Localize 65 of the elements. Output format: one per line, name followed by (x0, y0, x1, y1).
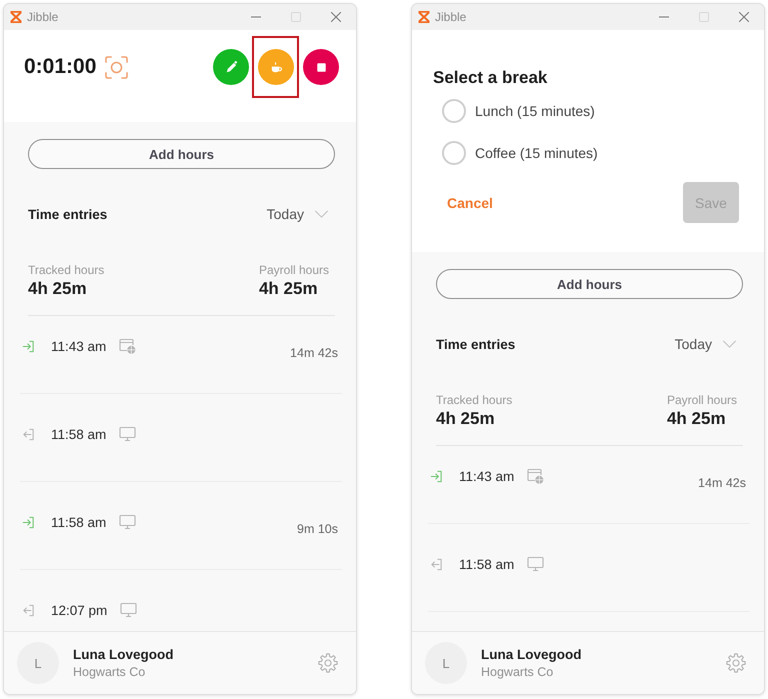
chevron-down-icon (314, 210, 329, 218)
browser-globe-icon (119, 338, 136, 354)
entry-duration: 9m 10s (297, 521, 338, 538)
summary-value: 4h 25m (28, 278, 87, 300)
option-label[interactable]: Coffee (15 minutes) (475, 145, 598, 161)
dialog-title: Select a break (433, 67, 548, 89)
hourglass-logo-icon (9, 10, 23, 24)
stop-button[interactable] (303, 49, 339, 85)
switch-activity-button[interactable] (213, 49, 249, 85)
browser-globe-icon (527, 468, 544, 484)
clock-out-icon (22, 428, 35, 441)
summary-value: 4h 25m (258, 278, 318, 300)
entry-duration: 14m 42s (290, 345, 338, 362)
close-icon (739, 12, 749, 22)
entry-time: 11:43 am (51, 338, 106, 356)
monitor-icon (527, 556, 544, 572)
break-button[interactable] (258, 49, 294, 85)
clock-out-icon (22, 604, 35, 617)
clock-in-icon (22, 340, 35, 353)
timer-display: 0:01:00 (24, 54, 96, 80)
summary-label: Payroll hours (258, 262, 329, 278)
window-title: Jibble (435, 10, 466, 24)
summary-value: 4h 25m (666, 408, 726, 430)
entry-time: 11:58 am (51, 514, 106, 532)
clock-in-icon (430, 470, 443, 483)
user-name: Luna Lovegood (73, 646, 174, 664)
monitor-icon (119, 426, 136, 442)
add-hours-button[interactable]: Add hours (436, 269, 743, 299)
period-dropdown[interactable]: Today (674, 336, 737, 352)
summary-label: Tracked hours (28, 262, 104, 278)
monitor-icon (119, 514, 136, 530)
clock-out-icon (430, 558, 443, 571)
settings-button[interactable] (726, 653, 746, 673)
entry-duration: 14m 42s (698, 475, 746, 492)
company-name: Hogwarts Co (481, 664, 554, 680)
entry-time: 11:58 am (459, 556, 514, 574)
hourglass-logo-icon (417, 10, 431, 24)
clock-in-icon (22, 516, 35, 529)
settings-icon (318, 653, 338, 673)
capture-frame-icon (105, 56, 128, 79)
summary-label: Payroll hours (666, 392, 737, 408)
monitor-icon (120, 602, 138, 618)
summary-label: Tracked hours (436, 392, 512, 408)
entry-time: 11:58 am (51, 426, 106, 444)
option-label[interactable]: Lunch (15 minutes) (475, 103, 595, 119)
user-avatar: L (425, 642, 467, 684)
chevron-down-icon (722, 340, 737, 348)
maximize-icon (699, 12, 709, 22)
radio-button[interactable] (442, 141, 466, 165)
section-title: Time entries (436, 336, 516, 352)
radio-button[interactable] (442, 99, 466, 123)
settings-button[interactable] (318, 653, 338, 673)
settings-icon (726, 653, 746, 673)
window-title: Jibble (27, 10, 58, 24)
company-name: Hogwarts Co (73, 664, 146, 680)
user-avatar: L (17, 642, 59, 684)
maximize-icon (291, 12, 301, 22)
summary-value: 4h 25m (436, 408, 495, 430)
section-title: Time entries (28, 206, 108, 222)
user-name: Luna Lovegood (481, 646, 582, 664)
add-hours-button[interactable]: Add hours (28, 139, 335, 169)
period-dropdown[interactable]: Today (266, 206, 329, 222)
entry-time: 11:43 am (459, 468, 514, 486)
close-icon (331, 12, 341, 22)
entry-time: 12:07 pm (51, 602, 108, 620)
